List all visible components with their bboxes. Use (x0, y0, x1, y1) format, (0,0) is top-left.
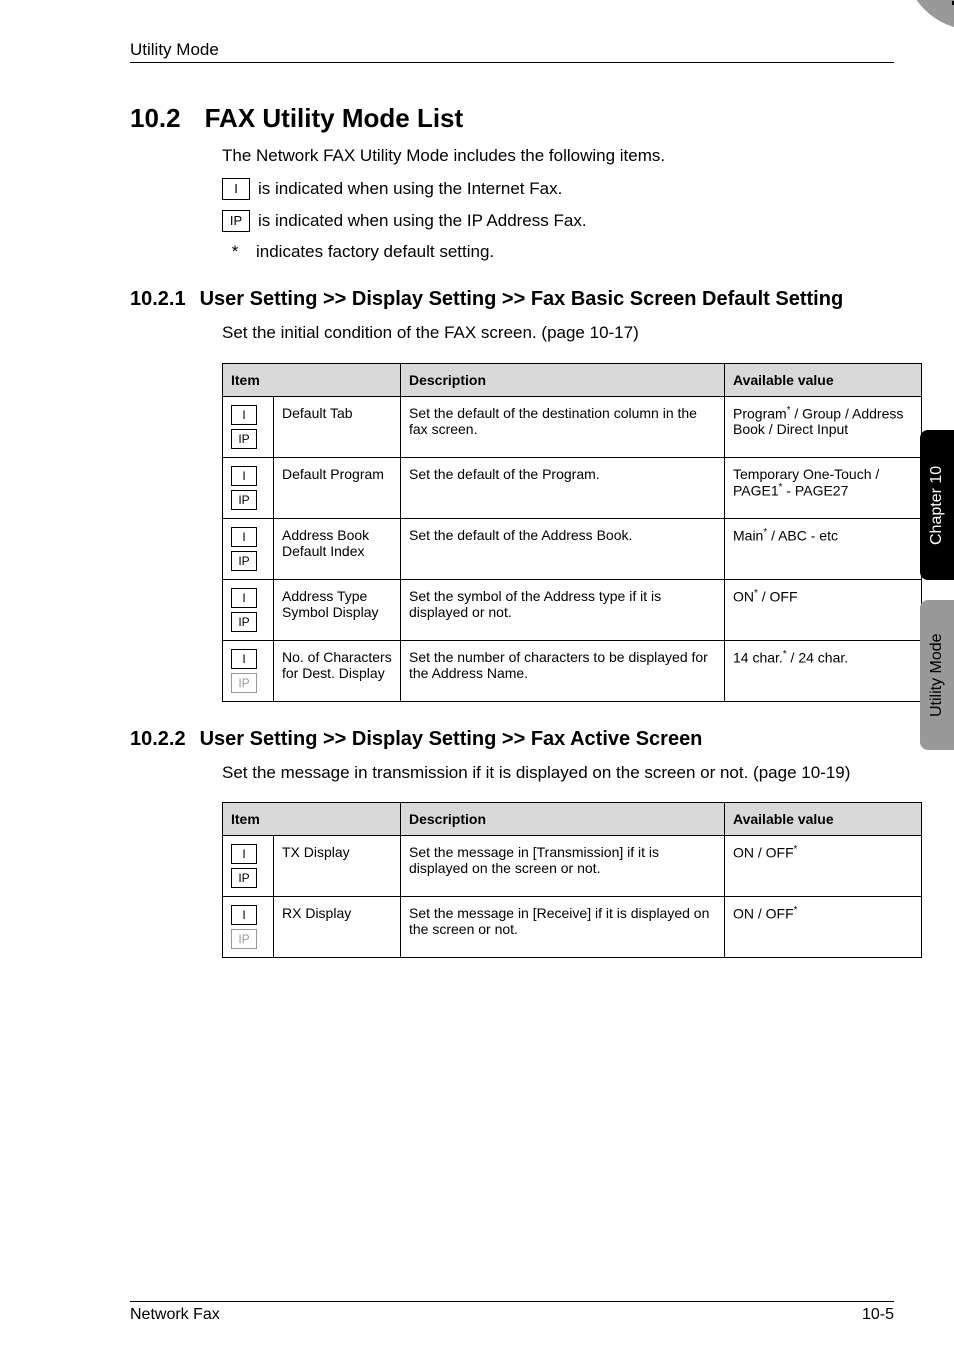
row-available-value: 14 char.* / 24 char. (725, 640, 922, 701)
h2-number: 10.2 (130, 103, 181, 134)
i-icon: I (231, 649, 257, 669)
row-available-value: Temporary One-Touch / PAGE1* - PAGE27 (725, 457, 922, 518)
row-available-value: ON* / OFF (725, 579, 922, 640)
table-row: I IP RX DisplaySet the message in [Receive… (223, 897, 922, 958)
row-icons-cell: I IP (223, 897, 274, 958)
legend-ip-fax: IP is indicated when using the IP Addres… (222, 210, 894, 232)
legend-internet-fax: I is indicated when using the Internet F… (222, 178, 894, 200)
table-row: I IP Default ProgramSet the default of the… (223, 457, 922, 518)
th-available-2: Available value (725, 803, 922, 836)
ip-icon: IP (231, 490, 257, 510)
footer-right: 10-5 (862, 1306, 894, 1324)
row-icons-cell: I IP (223, 640, 274, 701)
row-item-label: Default Program (274, 457, 401, 518)
table-row: I IP Address Book Default IndexSet the def… (223, 518, 922, 579)
ip-icon: IP (231, 929, 257, 949)
th-description-2: Description (401, 803, 725, 836)
row-item-label: Address Type Symbol Display (274, 579, 401, 640)
row-description: Set the default of the destination colum… (401, 396, 725, 457)
table-fax-active-screen: Item Description Available value I IP TX D… (222, 802, 922, 958)
row-icons-cell: I IP (223, 518, 274, 579)
row-available-value: ON / OFF* (725, 836, 922, 897)
side-tab-chapter: Chapter 10 (920, 430, 954, 580)
legend-i-text: is indicated when using the Internet Fax… (258, 179, 562, 199)
i-icon: I (231, 905, 257, 925)
row-item-label: Address Book Default Index (274, 518, 401, 579)
table-header-row: Item Description Available value (223, 363, 922, 396)
row-description: Set the default of the Address Book. (401, 518, 725, 579)
i-icon: I (231, 405, 257, 425)
legend-star-text: indicates factory default setting. (256, 242, 494, 262)
table-row: I IP TX DisplaySet the message in [Transmi… (223, 836, 922, 897)
header-section-label: Utility Mode (130, 40, 219, 60)
h3-title-1: User Setting >> Display Setting >> Fax B… (200, 288, 844, 311)
star-marker: * (222, 242, 248, 262)
h2-intro: The Network FAX Utility Mode includes th… (222, 144, 894, 168)
ip-icon: IP (222, 210, 250, 232)
row-description: Set the number of characters to be displ… (401, 640, 725, 701)
table-row: I IP Address Type Symbol DisplaySet the sy… (223, 579, 922, 640)
chapter-corner-shape (904, 0, 954, 30)
row-icons-cell: I IP (223, 457, 274, 518)
i-icon: I (231, 466, 257, 486)
ip-icon: IP (231, 612, 257, 632)
table-row: I IP Default TabSet the default of the des… (223, 396, 922, 457)
page-header: Utility Mode (130, 40, 894, 63)
legend-default: * indicates factory default setting. (222, 242, 894, 262)
section-heading-10-2-2: 10.2.2 User Setting >> Display Setting >… (130, 728, 894, 751)
row-item-label: Default Tab (274, 396, 401, 457)
table-fax-basic-screen: Item Description Available value I IP Defa… (222, 363, 922, 702)
row-icons-cell: I IP (223, 836, 274, 897)
ip-icon: IP (231, 673, 257, 693)
h3-title-2: User Setting >> Display Setting >> Fax A… (200, 728, 703, 751)
section1-lead: Set the initial condition of the FAX scr… (222, 321, 894, 345)
row-icons-cell: I IP (223, 396, 274, 457)
th-item-2: Item (223, 803, 401, 836)
side-tab-utility: Utility Mode (920, 600, 954, 750)
row-item-label: TX Display (274, 836, 401, 897)
i-icon: I (231, 527, 257, 547)
row-available-value: Main* / ABC - etc (725, 518, 922, 579)
table-header-row: Item Description Available value (223, 803, 922, 836)
ip-icon: IP (231, 868, 257, 888)
ip-icon: IP (231, 429, 257, 449)
th-description: Description (401, 363, 725, 396)
row-available-value: Program* / Group / Address Book / Direct… (725, 396, 922, 457)
section2-lead: Set the message in transmission if it is… (222, 761, 894, 785)
page-footer: Network Fax 10-5 (130, 1301, 894, 1324)
row-icons-cell: I IP (223, 579, 274, 640)
row-item-label: RX Display (274, 897, 401, 958)
row-description: Set the symbol of the Address type if it… (401, 579, 725, 640)
row-description: Set the message in [Transmission] if it … (401, 836, 725, 897)
h3-number-1: 10.2.1 (130, 288, 186, 311)
footer-left: Network Fax (130, 1306, 220, 1324)
row-description: Set the message in [Receive] if it is di… (401, 897, 725, 958)
h2-title: FAX Utility Mode List (205, 103, 464, 134)
ip-icon: IP (231, 551, 257, 571)
th-item: Item (223, 363, 401, 396)
row-item-label: No. of Characters for Dest. Display (274, 640, 401, 701)
th-available: Available value (725, 363, 922, 396)
section-heading-10-2-1: 10.2.1 User Setting >> Display Setting >… (130, 288, 894, 311)
page: 10 Utility Mode 10.2 FAX Utility Mode Li… (0, 0, 954, 1352)
i-icon: I (231, 844, 257, 864)
section-heading-10-2: 10.2 FAX Utility Mode List (130, 103, 894, 134)
row-description: Set the default of the Program. (401, 457, 725, 518)
i-icon: I (231, 588, 257, 608)
h3-number-2: 10.2.2 (130, 728, 186, 751)
legend-ip-text: is indicated when using the IP Address F… (258, 211, 587, 231)
chapter-number: 10 (950, 0, 954, 15)
table-row: I IP No. of Characters for Dest. DisplaySe… (223, 640, 922, 701)
row-available-value: ON / OFF* (725, 897, 922, 958)
i-icon: I (222, 178, 250, 200)
